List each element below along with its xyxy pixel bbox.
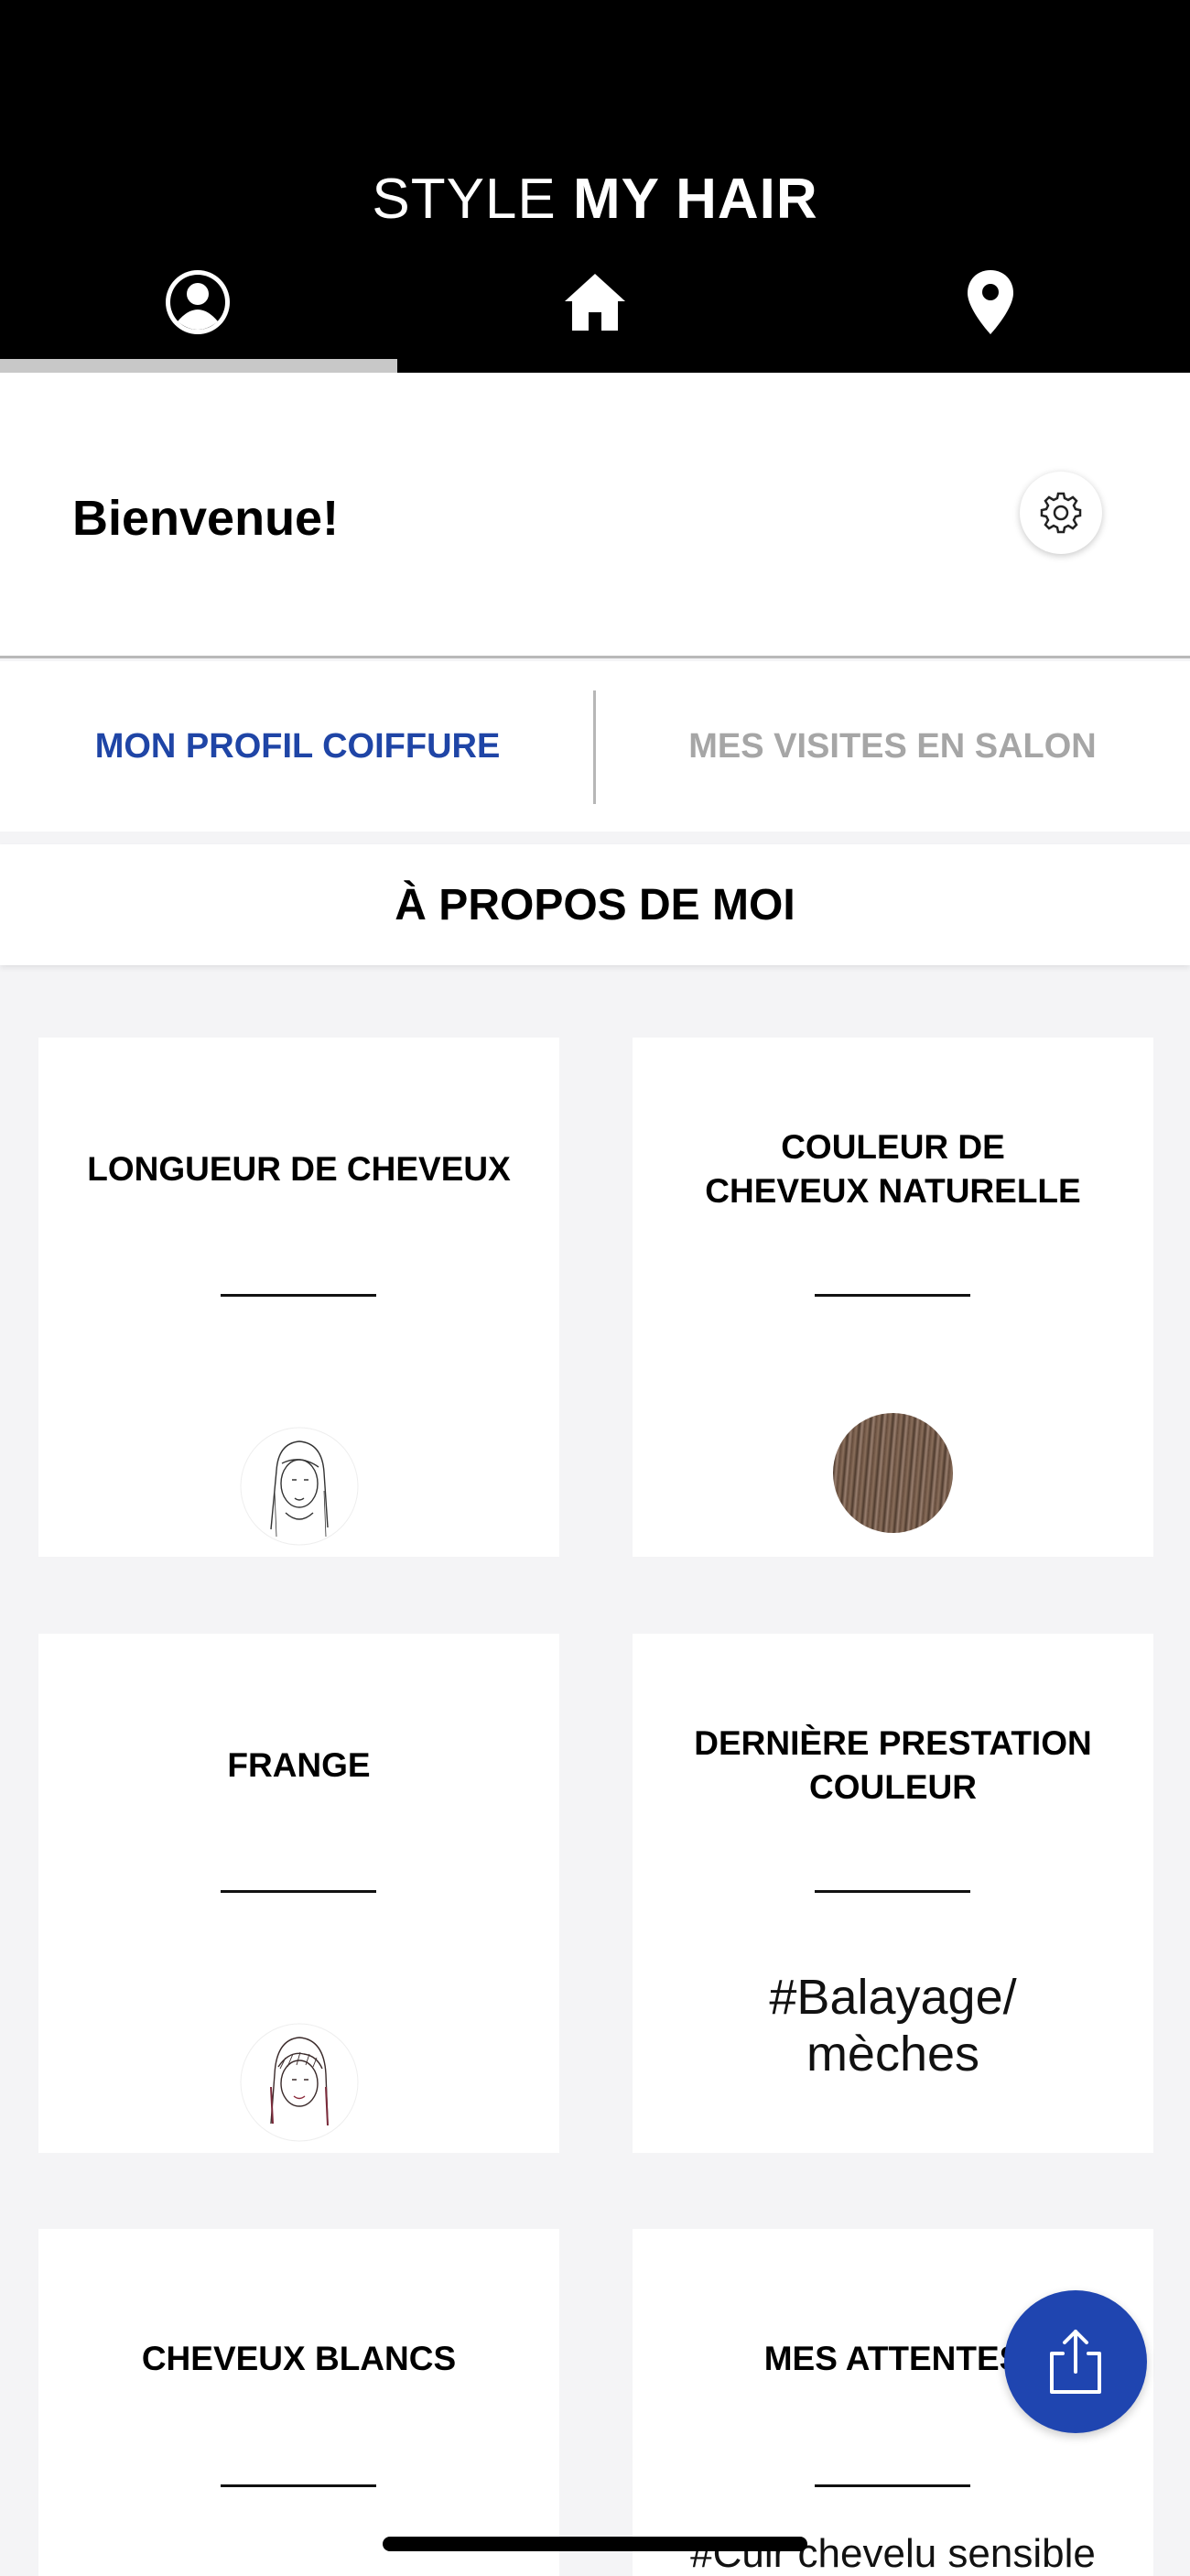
brand-logo: STYLE MY HAIR bbox=[0, 167, 1190, 232]
card-title-line2: CHEVEUX NATURELLE bbox=[705, 1172, 1081, 1210]
home-indicator[interactable] bbox=[383, 2537, 807, 2551]
brand-bold-text: MY HAIR bbox=[573, 168, 818, 231]
card-divider bbox=[815, 1294, 970, 1297]
card-title-line1: DERNIÈRE PRESTATION bbox=[694, 1724, 1092, 1762]
welcome-section: Bienvenue! bbox=[0, 373, 1190, 658]
settings-button[interactable] bbox=[1020, 472, 1102, 554]
fringe-avatar-icon bbox=[240, 2023, 359, 2142]
card-divider bbox=[815, 2484, 970, 2487]
card-natural-hair-color[interactable]: COULEUR DE CHEVEUX NATURELLE bbox=[633, 1038, 1153, 1557]
card-title: COULEUR DE CHEVEUX NATURELLE bbox=[651, 1125, 1135, 1213]
card-divider bbox=[815, 1890, 970, 1893]
home-icon bbox=[565, 274, 625, 331]
profile-segmented-control: MON PROFIL COIFFURE MES VISITES EN SALON bbox=[0, 661, 1190, 831]
tab-home[interactable] bbox=[558, 266, 632, 339]
gear-icon bbox=[1040, 492, 1082, 534]
hair-color-swatch bbox=[833, 1413, 953, 1533]
card-title: CHEVEUX BLANCS bbox=[141, 2340, 457, 2377]
card-value-line1: #Balayage/ bbox=[769, 1970, 1017, 2025]
segment-mes-visites-en-salon[interactable]: MES VISITES EN SALON bbox=[595, 661, 1190, 831]
app-header: STYLE MY HAIR bbox=[0, 0, 1190, 373]
card-white-hair[interactable]: CHEVEUX BLANCS bbox=[38, 2229, 559, 2576]
card-divider bbox=[221, 1890, 376, 1893]
card-title: FRANGE bbox=[227, 1746, 371, 1784]
brand-light-text: STYLE bbox=[372, 168, 557, 231]
welcome-title: Bienvenue! bbox=[72, 491, 340, 546]
card-hair-length[interactable]: LONGUEUR DE CHEVEUX bbox=[38, 1038, 559, 1557]
card-title-line2: COULEUR bbox=[809, 1768, 977, 1806]
tab-salon-locator[interactable] bbox=[954, 266, 1027, 339]
location-pin-icon bbox=[968, 270, 1013, 334]
card-divider bbox=[221, 1294, 376, 1297]
card-fringe[interactable]: FRANGE bbox=[38, 1634, 559, 2153]
card-divider bbox=[221, 2484, 376, 2487]
active-tab-indicator bbox=[0, 359, 397, 373]
card-value-line2: mèches bbox=[806, 2027, 980, 2081]
share-icon bbox=[1050, 2330, 1101, 2394]
card-last-color-service[interactable]: DERNIÈRE PRESTATION COULEUR #Balayage/ m… bbox=[633, 1634, 1153, 2153]
share-button[interactable] bbox=[1004, 2290, 1147, 2433]
profile-icon bbox=[166, 270, 230, 334]
long-hair-avatar-icon bbox=[240, 1427, 359, 1546]
section-title: À PROPOS DE MOI bbox=[0, 844, 1190, 965]
segment-mon-profil-coiffure[interactable]: MON PROFIL COIFFURE bbox=[0, 661, 595, 831]
card-title: DERNIÈRE PRESTATION COULEUR bbox=[651, 1722, 1135, 1810]
card-value: #Balayage/ mèches bbox=[651, 1969, 1135, 2082]
tab-profile[interactable] bbox=[161, 266, 234, 339]
card-title: LONGUEUR DE CHEVEUX bbox=[87, 1150, 511, 1188]
card-title-line1: COULEUR DE bbox=[781, 1128, 1005, 1166]
